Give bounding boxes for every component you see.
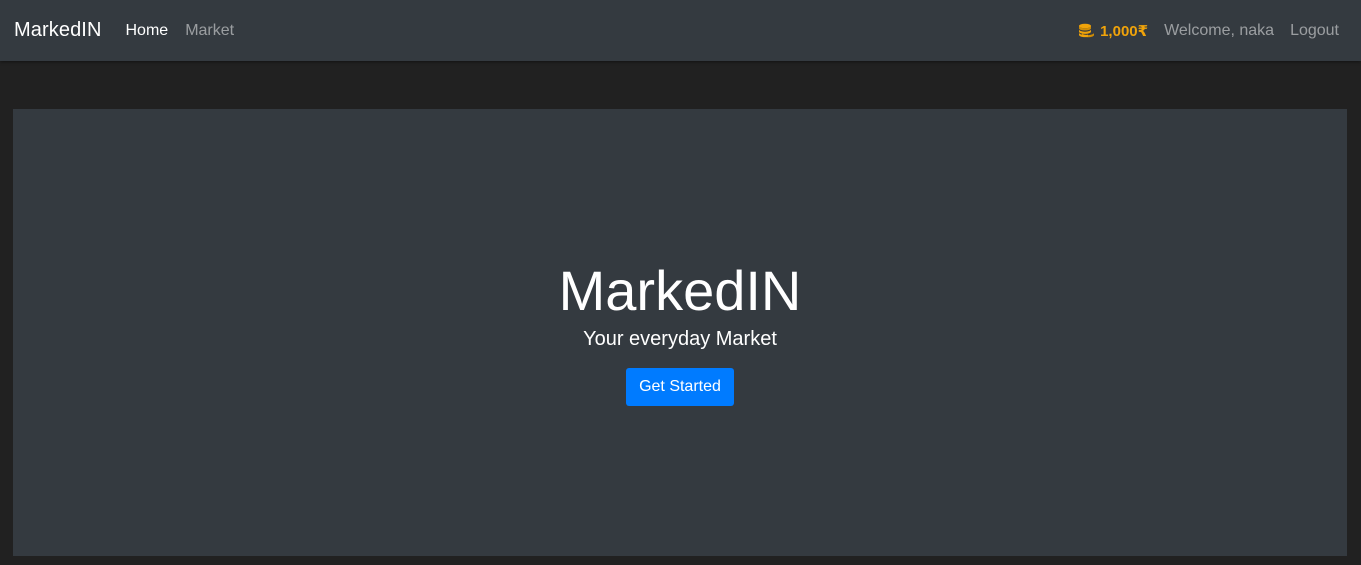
- hero-subtitle: Your everyday Market: [583, 328, 777, 351]
- welcome-user-link[interactable]: Welcome, naka: [1164, 22, 1274, 40]
- nav-link-home[interactable]: Home: [126, 22, 169, 40]
- nav-links: Home Market: [126, 22, 235, 40]
- top-navbar: MarkedIN Home Market 1,000₹ Welcome, nak…: [0, 0, 1361, 61]
- nav-link-market[interactable]: Market: [185, 22, 234, 40]
- coins-icon: [1079, 23, 1095, 38]
- brand-logo-link[interactable]: MarkedIN: [14, 19, 102, 42]
- logout-link[interactable]: Logout: [1290, 22, 1339, 40]
- nav-user-area: 1,000₹ Welcome, naka Logout: [1078, 22, 1347, 40]
- balance-display: 1,000₹: [1078, 22, 1148, 40]
- hero-panel: MarkedIN Your everyday Market Get Starte…: [13, 109, 1347, 556]
- get-started-button[interactable]: Get Started: [626, 368, 734, 407]
- balance-amount: 1,000₹: [1100, 22, 1149, 40]
- hero-title: MarkedIN: [558, 258, 802, 322]
